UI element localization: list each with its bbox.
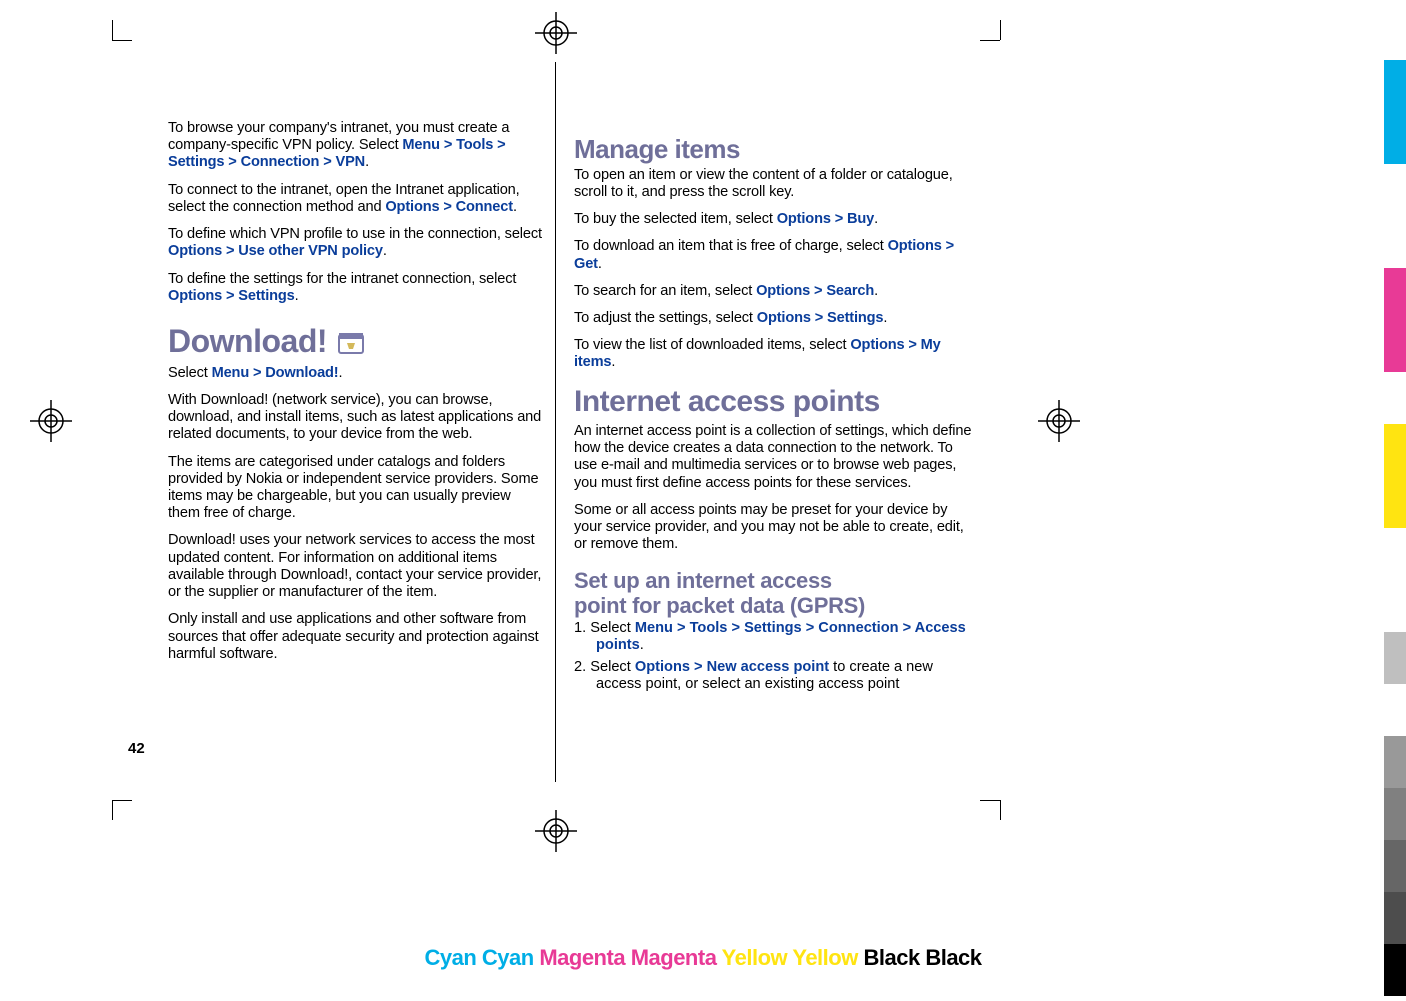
body-text: The items are categorised under catalogs… [168,454,545,523]
heading-internet-access-points: Internet access points [574,384,972,419]
registration-mark-icon [1038,400,1080,442]
body-text: With Download! (network service), you ca… [168,392,545,444]
body-text: Only install and use applications and ot… [168,611,545,663]
body-text: To connect to the intranet, open the Int… [168,182,545,216]
right-column: Manage items To open an item or view the… [556,62,1000,782]
body-text: Download! uses your network services to … [168,532,545,601]
body-text: To define which VPN profile to use in th… [168,226,545,260]
body-text: To adjust the settings, select Options >… [574,310,972,327]
left-column: To browse your company's intranet, you m… [112,62,556,782]
page-number: 42 [128,740,145,757]
body-text: To buy the selected item, select Options… [574,211,972,228]
registration-mark-icon [535,810,577,852]
registration-mark-icon [30,400,72,442]
printer-colors: Cyan Cyan Magenta Magenta Yellow Yellow … [0,945,1406,971]
heading-download: Download! [168,323,545,361]
heading-manage-items: Manage items [574,134,972,165]
body-text: To define the settings for the intranet … [168,271,545,305]
body-text: Some or all access points may be preset … [574,502,972,554]
body-text: To download an item that is free of char… [574,238,972,272]
heading-setup-gprs: Set up an internet access point for pack… [574,568,972,619]
list-item: 1. Select Menu > Tools > Settings > Conn… [574,620,972,654]
body-text: To view the list of downloaded items, se… [574,337,972,371]
list-item: 2. Select Options > New access point to … [574,659,972,693]
setup-steps: 1. Select Menu > Tools > Settings > Conn… [574,620,972,693]
body-text: Select Menu > Download!. [168,365,545,382]
registration-mark-icon [535,12,577,54]
download-shop-icon [337,328,365,356]
body-text: To open an item or view the content of a… [574,167,972,201]
body-text: To browse your company's intranet, you m… [168,120,545,172]
page-content: To browse your company's intranet, you m… [112,62,1000,782]
color-swatches [1384,0,1406,996]
body-text: An internet access point is a collection… [574,423,972,492]
body-text: To search for an item, select Options > … [574,283,972,300]
